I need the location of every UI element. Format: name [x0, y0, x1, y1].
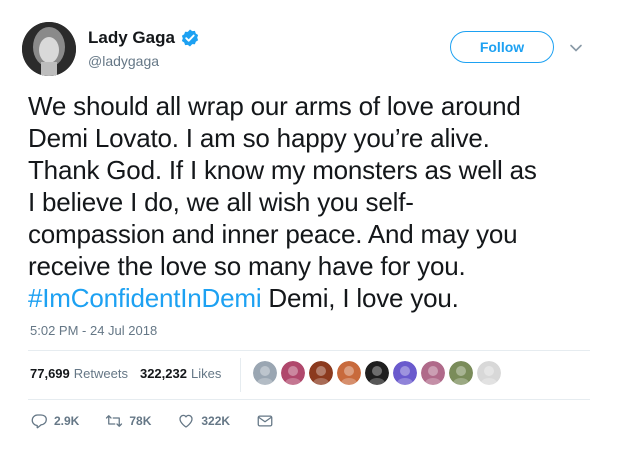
retweets-stat[interactable]: 77,699 Retweets — [30, 366, 128, 381]
tweet-line: We should all wrap our arms of love arou… — [28, 91, 521, 121]
author-handle[interactable]: @ladygaga — [88, 53, 159, 69]
reply-count: 2.9K — [54, 414, 80, 428]
retweets-label: Retweets — [73, 366, 128, 381]
tweet-line: receive the love so many have for you. — [28, 251, 466, 281]
tweet-line: Demi Lovato. I am so happy you’re alive. — [28, 123, 490, 153]
tweet-actions: 2.9K 78K 322K — [30, 412, 300, 430]
heart-icon — [179, 414, 194, 428]
divider — [28, 399, 590, 400]
avatar-2-icon[interactable] — [281, 361, 305, 385]
tweet-timestamp[interactable]: 5:02 PM - 24 Jul 2018 — [30, 323, 157, 338]
avatar-8-icon[interactable] — [449, 361, 473, 385]
tweet-card: Lady Gaga @ladygaga Follow We should all… — [0, 0, 618, 463]
reply-icon — [31, 414, 47, 429]
stats-separator — [240, 358, 241, 392]
avatar-6-icon[interactable] — [393, 361, 417, 385]
tweet-stats: 77,699 Retweets 322,232 Likes — [30, 366, 233, 381]
author-avatar[interactable] — [22, 22, 76, 76]
likes-label: Likes — [190, 366, 222, 381]
likes-stat[interactable]: 322,232 Likes — [140, 366, 221, 381]
author-name-row[interactable]: Lady Gaga — [88, 28, 200, 48]
liker-avatars — [253, 361, 505, 385]
retweet-button[interactable]: 78K — [105, 412, 151, 430]
hashtag-link[interactable]: #ImConfidentInDemi — [28, 283, 262, 313]
avatar-4-icon[interactable] — [337, 361, 361, 385]
avatar-7-icon[interactable] — [421, 361, 445, 385]
retweet-icon — [106, 415, 123, 427]
follow-button[interactable]: Follow — [450, 31, 554, 63]
direct-message-button[interactable] — [256, 412, 274, 430]
chevron-down-icon[interactable] — [569, 40, 583, 52]
tweet-text-tail: Demi, I love you. — [261, 283, 459, 313]
retweets-count: 77,699 — [30, 366, 70, 381]
avatar-5-icon[interactable] — [365, 361, 389, 385]
author-display-name[interactable]: Lady Gaga — [88, 28, 175, 48]
avatar-image — [22, 22, 76, 76]
tweet-line: compassion and inner peace. And may you — [28, 219, 518, 249]
tweet-line: Thank God. If I know my monsters as well… — [28, 155, 537, 185]
like-button[interactable]: 322K — [177, 412, 230, 430]
reply-button[interactable]: 2.9K — [30, 412, 79, 430]
tweet-text: We should all wrap our arms of love arou… — [28, 90, 598, 314]
avatar-9-icon[interactable] — [477, 361, 501, 385]
verified-badge-icon — [180, 28, 200, 48]
tweet-line-last: #ImConfidentInDemi Demi, I love you. — [28, 282, 598, 314]
likes-count: 322,232 — [139, 366, 187, 381]
avatar-3-icon[interactable] — [309, 361, 333, 385]
envelope-icon — [257, 415, 273, 427]
avatar-1-icon[interactable] — [253, 361, 277, 385]
tweet-line: I believe I do, we all wish you self- — [28, 187, 414, 217]
divider — [28, 350, 590, 351]
like-count: 322K — [201, 414, 231, 428]
retweet-count: 78K — [129, 414, 152, 428]
